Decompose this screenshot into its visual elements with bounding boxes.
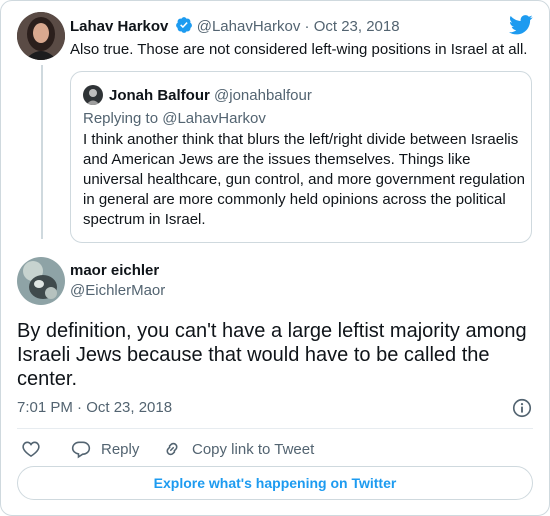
main-tweet-text: By definition, you can't have a large le… [17,320,527,390]
verified-badge-icon [175,16,193,40]
reply-label: Reply [101,440,140,458]
quoted-display-name[interactable]: Jonah Balfour [109,87,210,104]
twitter-logo-icon[interactable] [509,15,533,40]
tweet-timestamp[interactable]: 7:01 PM · Oct 23, 2018 [17,398,172,418]
parent-date[interactable]: Oct 23, 2018 [314,18,400,35]
thread-line [41,65,43,239]
jonah-balfour-avatar[interactable] [83,85,103,105]
replying-to-line[interactable]: Replying to @LahavHarkov [83,109,266,129]
parent-tweet-header: Lahav Harkov @LahavHarkov · Oct 23, 2018 [70,16,400,40]
parent-tweet-text: Also true. Those are not considered left… [70,41,528,58]
quoted-tweet-text: I think another think that blurs the lef… [83,131,525,228]
copy-link-label: Copy link to Tweet [192,440,315,458]
link-icon [162,439,192,459]
copy-link-button[interactable]: Copy link to Tweet [162,438,314,460]
quoted-handle[interactable]: @jonahbalfour [214,87,312,104]
quoted-tweet-header: Jonah Balfour @jonahbalfour [109,86,312,106]
reply-button[interactable]: Reply [71,438,139,460]
quoted-tweet[interactable]: Jonah Balfour @jonahbalfour Replying to … [70,71,532,243]
tweet-embed-card: Lahav Harkov @LahavHarkov · Oct 23, 2018… [0,0,550,516]
parent-handle[interactable]: @LahavHarkov [197,18,301,35]
dot-separator: · [304,18,310,35]
maor-eichler-avatar[interactable] [17,257,65,305]
heart-icon [21,439,51,459]
explore-twitter-button[interactable]: Explore what's happening on Twitter [17,466,533,500]
main-handle[interactable]: @EichlerMaor [70,281,165,301]
reply-icon [71,439,101,459]
lahav-harkov-avatar[interactable] [17,12,65,60]
parent-display-name[interactable]: Lahav Harkov [70,18,168,35]
info-icon[interactable] [511,397,533,424]
divider [17,428,533,429]
like-button[interactable] [21,438,51,460]
main-display-name[interactable]: maor eichler [70,261,159,281]
